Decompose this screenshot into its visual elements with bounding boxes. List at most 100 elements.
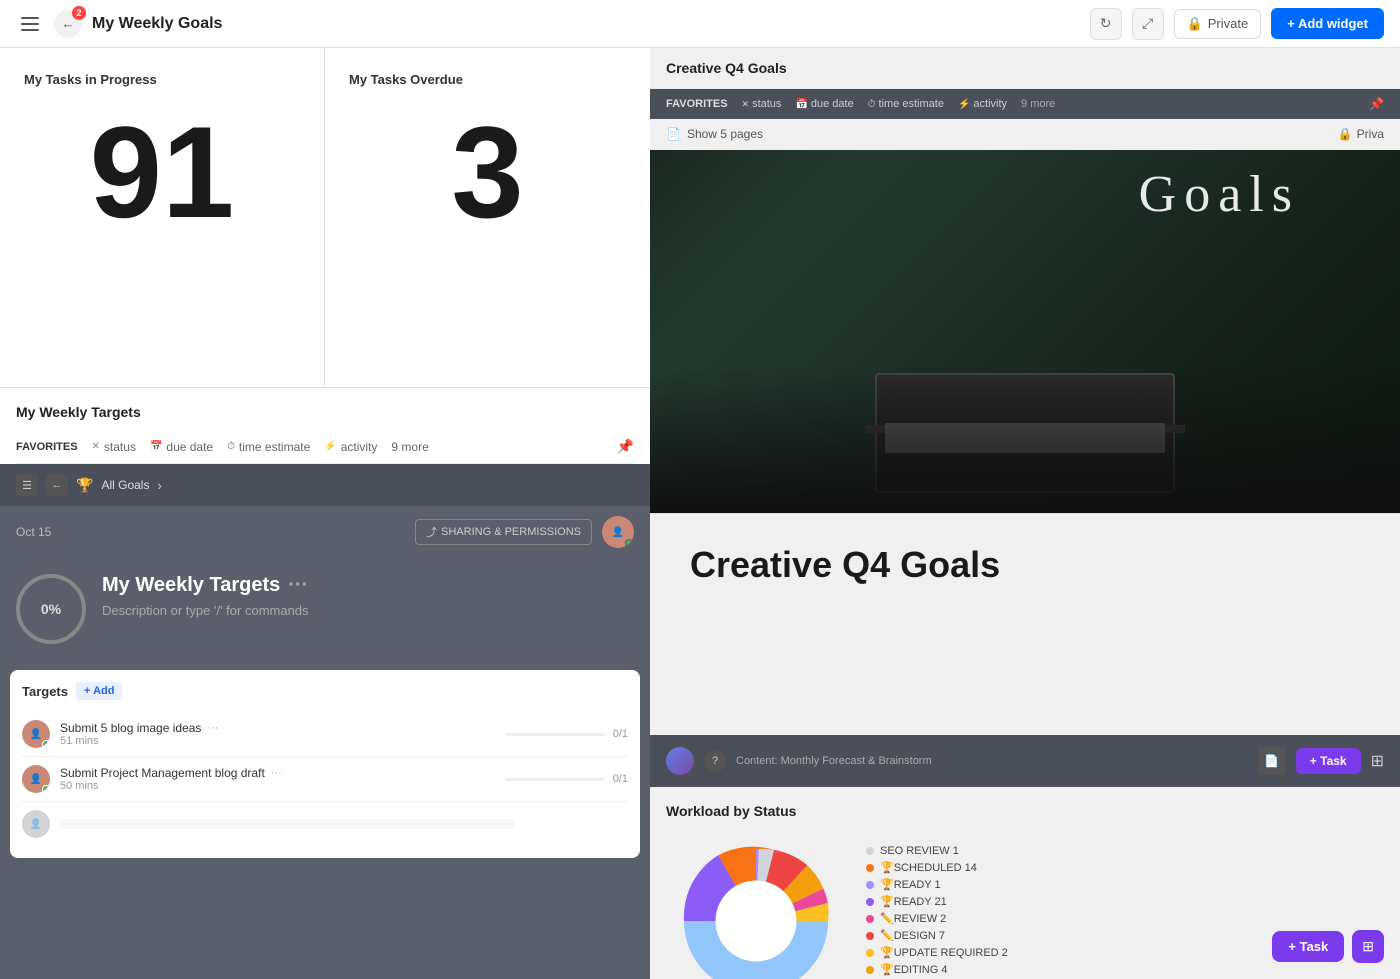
expand-icon[interactable]: ⤢ — [1132, 8, 1164, 40]
add-target-button[interactable]: + Add — [76, 682, 122, 700]
legend-dot — [866, 847, 874, 855]
tasks-in-progress-label: My Tasks in Progress — [24, 72, 300, 87]
q4-document-area: Creative Q4 Goals — [650, 514, 1400, 735]
target-options-2[interactable]: ··· — [271, 767, 282, 779]
q4-filter-status[interactable]: ✕status — [742, 98, 782, 110]
legend-label: 🏆EDITING 4 — [880, 963, 947, 976]
filter-favorites[interactable]: FAVORITES — [16, 441, 78, 453]
avatar-online-dot — [42, 740, 50, 748]
main-content: My Tasks in Progress 91 My Tasks Overdue… — [0, 48, 1400, 979]
header-left: ← 2 My Weekly Goals — [16, 10, 222, 38]
target-item-2: 👤 Submit Project Management blog draft ·… — [22, 757, 628, 802]
target-time-1: 51 mins — [60, 735, 495, 747]
q4-bottom-toolbar: ? Content: Monthly Forecast & Brainstorm… — [650, 735, 1400, 787]
progress-circle: 0% — [16, 574, 86, 644]
q4-filter-activity[interactable]: ⚡activity — [958, 98, 1007, 110]
q4-add-task-button[interactable]: + Task — [1296, 748, 1361, 774]
q4-content-label: Content: Monthly Forecast & Brainstorm — [736, 755, 1248, 767]
target-progress-2: 0/1 — [505, 773, 628, 785]
target-info-2: Submit Project Management blog draft ···… — [60, 766, 495, 792]
doc-divider — [690, 602, 1360, 603]
filter-activity[interactable]: ⚡activity — [324, 440, 377, 454]
legend-ready1: 🏆READY 1 — [866, 878, 1008, 891]
target-item-3: 👤 — [22, 802, 628, 846]
filter-bar: FAVORITES ✕status 📅due date ⏱time estima… — [16, 430, 634, 464]
filter-time-estimate[interactable]: ⏱time estimate — [227, 440, 310, 454]
private-label: Private — [1208, 16, 1248, 31]
filter-status[interactable]: ✕status — [92, 440, 136, 454]
q4-toolbar-avatar — [666, 747, 694, 775]
weekly-targets-section: My Weekly Targets FAVORITES ✕status 📅due… — [0, 388, 650, 979]
q4-filter-due-date[interactable]: 📅due date — [795, 98, 853, 110]
goal-breadcrumb[interactable]: All Goals — [101, 478, 149, 492]
add-widget-button[interactable]: + Add widget — [1271, 8, 1384, 39]
progress-bar-2 — [505, 778, 605, 781]
goals-text-overlay: Goals — [1139, 165, 1300, 224]
bottom-grid-button[interactable]: ⊞ — [1352, 930, 1384, 963]
goal-panel-header: ☰ ← 🏆 All Goals › — [0, 464, 650, 506]
target-ratio-2: 0/1 — [613, 773, 628, 785]
pages-icon: 📄 — [666, 127, 681, 141]
pin-icon[interactable]: 📌 — [617, 438, 634, 455]
show-pages-label[interactable]: Show 5 pages — [687, 127, 763, 141]
sharing-label: SHARING & PERMISSIONS — [441, 526, 581, 538]
legend-label: SEO REVIEW 1 — [880, 845, 959, 857]
target-avatar-2: 👤 — [22, 765, 50, 793]
workload-title: Workload by Status — [666, 803, 1384, 819]
q4-priva-label: 🔒 Priva — [1338, 127, 1384, 141]
target-name-2: Submit Project Management blog draft ··· — [60, 766, 495, 780]
goal-options-menu[interactable]: ··· — [288, 574, 308, 597]
share-icon: ⤴ — [426, 524, 437, 540]
user-avatar: 👤 — [602, 516, 634, 548]
q4-goals-title: Creative Q4 Goals — [666, 60, 787, 76]
legend-design: ✏️DESIGN 7 — [866, 929, 1008, 942]
q4-grid-icon[interactable]: ⊞ — [1371, 751, 1384, 771]
refresh-icon[interactable]: ↻ — [1090, 8, 1122, 40]
target-ratio-1: 0/1 — [613, 728, 628, 740]
target-name-1: Submit 5 blog image ideas ··· — [60, 721, 495, 735]
trophy-icon: 🏆 — [76, 477, 93, 494]
q4-more-filters[interactable]: 9 more — [1021, 98, 1055, 110]
legend-ready21: 🏆READY 21 — [866, 895, 1008, 908]
panel-menu-icon[interactable]: ☰ — [16, 474, 38, 496]
q4-filter-bar: FAVORITES ✕status 📅due date ⏱time estima… — [650, 89, 1400, 119]
targets-header: Targets + Add — [22, 682, 628, 700]
online-status-dot — [625, 539, 633, 547]
legend-dot — [866, 932, 874, 940]
legend-dot — [866, 881, 874, 889]
q4-filter-time[interactable]: ⏱time estimate — [868, 98, 944, 110]
back-button[interactable]: ← 2 — [54, 10, 82, 38]
menu-icon[interactable] — [16, 10, 44, 38]
legend-scheduled: 🏆SCHEDULED 14 — [866, 861, 1008, 874]
left-column: My Tasks in Progress 91 My Tasks Overdue… — [0, 48, 650, 979]
q4-filter-favorites[interactable]: FAVORITES — [666, 98, 728, 110]
q4-document-title: Creative Q4 Goals — [690, 544, 1360, 586]
q4-doc-icon[interactable]: 📄 — [1258, 747, 1286, 775]
legend-label: 🏆UPDATE REQUIRED 2 — [880, 946, 1008, 959]
filter-due-date[interactable]: 📅due date — [150, 440, 213, 454]
goal-name: My Weekly Targets ··· — [102, 574, 634, 597]
legend-review: ✏️REVIEW 2 — [866, 912, 1008, 925]
goal-info: My Weekly Targets ··· Description or typ… — [102, 574, 634, 618]
q4-pin-icon[interactable]: 📌 — [1369, 97, 1384, 111]
target-avatar-3: 👤 — [22, 810, 50, 838]
target-avatar-1: 👤 — [22, 720, 50, 748]
legend-dot — [866, 966, 874, 974]
bottom-task-button[interactable]: + Task — [1272, 931, 1344, 962]
lock-icon-small: 🔒 — [1338, 127, 1353, 141]
sharing-permissions-button[interactable]: ⤴ SHARING & PERMISSIONS — [415, 519, 592, 545]
target-options[interactable]: ··· — [207, 722, 218, 734]
q4-cover-image: Goals — [650, 150, 1400, 513]
more-filters-button[interactable]: 9 more — [391, 440, 428, 454]
tasks-overdue-value: 3 — [349, 107, 626, 237]
bottom-task-bar: + Task ⊞ — [1272, 930, 1384, 963]
stats-row: My Tasks in Progress 91 My Tasks Overdue… — [0, 48, 650, 388]
legend-dot — [866, 864, 874, 872]
legend-label: 🏆READY 21 — [880, 895, 947, 908]
target-info-3 — [60, 819, 628, 829]
panel-back-button[interactable]: ← — [46, 474, 68, 496]
chart-legend: SEO REVIEW 1 🏆SCHEDULED 14 🏆READY 1 — [866, 845, 1008, 979]
private-button[interactable]: 🔒 Private — [1174, 9, 1262, 39]
q4-help-icon[interactable]: ? — [704, 750, 726, 772]
legend-label: 🏆READY 1 — [880, 878, 941, 891]
